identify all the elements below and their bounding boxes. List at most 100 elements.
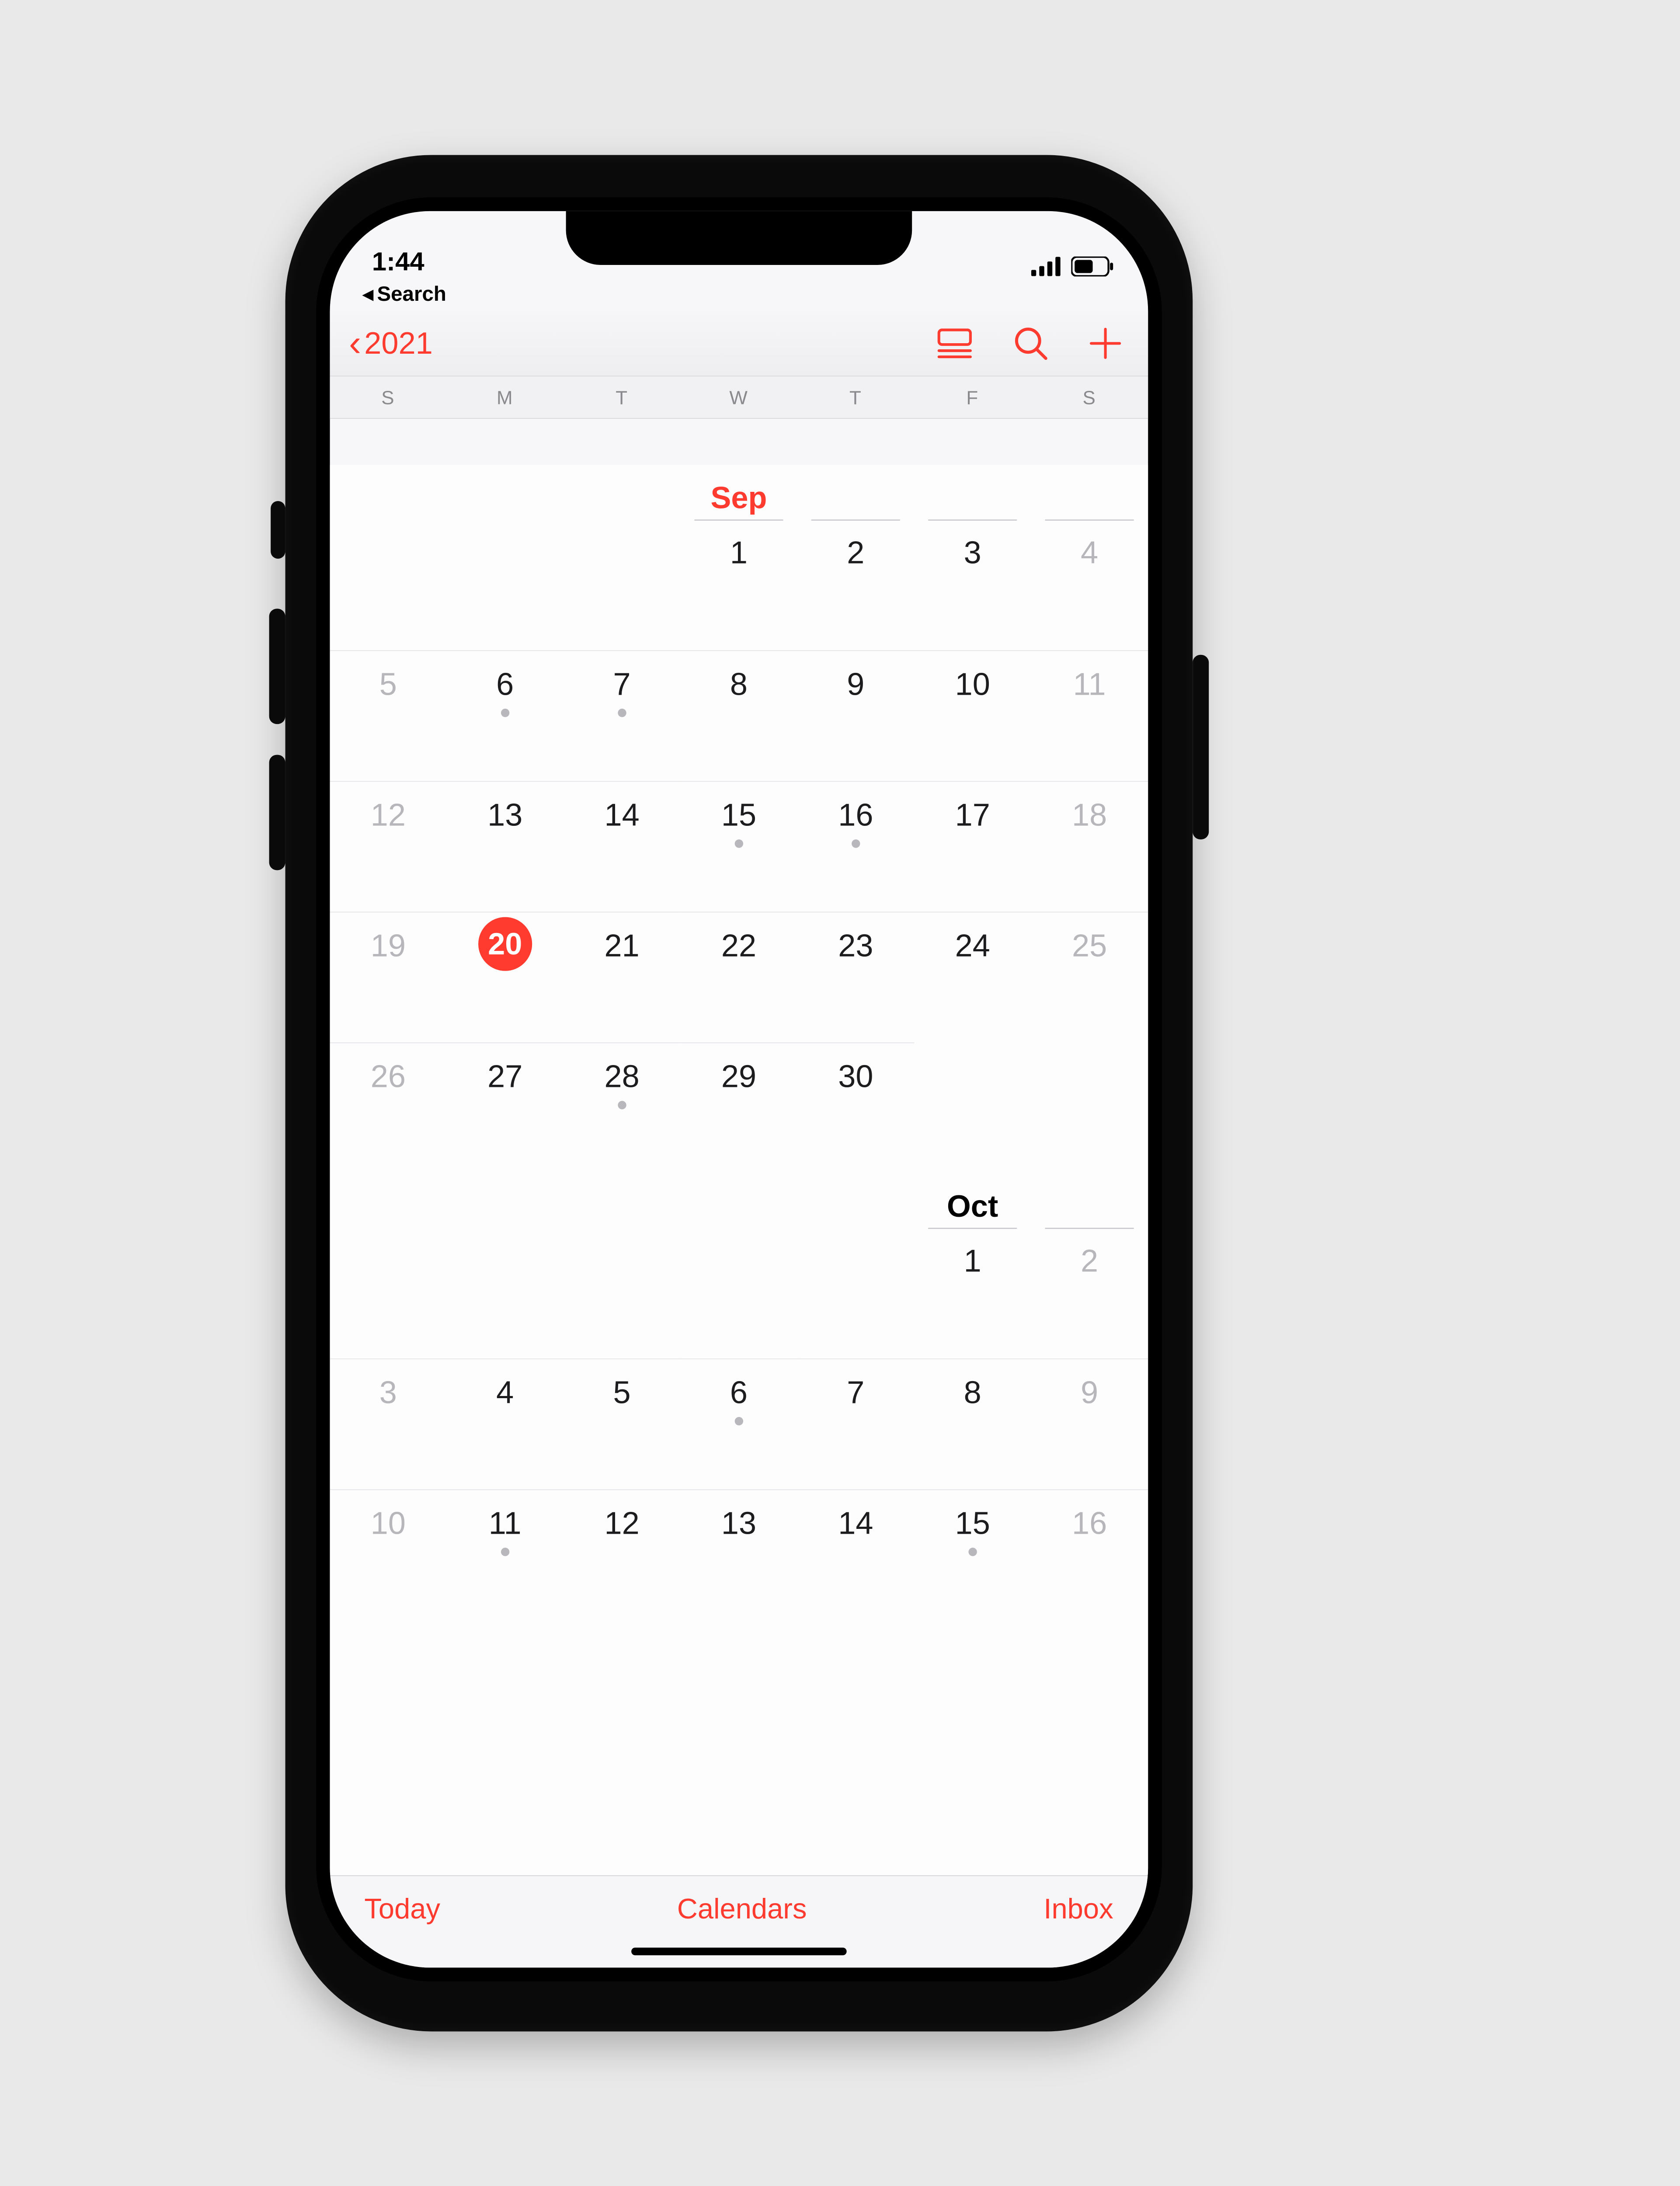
today-marker: 20 [478,917,532,971]
calendar-day[interactable]: 26 [330,1042,446,1173]
day-number: 8 [730,666,748,703]
day-number: 6 [496,666,514,703]
cellular-icon [1031,257,1061,276]
calendar-scroll-area[interactable]: Sep1234567891011121314151617181920212223… [330,465,1148,1875]
day-number: 14 [604,797,639,833]
calendar-day[interactable]: 1 [680,519,797,650]
calendar-empty-cell [447,1228,563,1358]
notch [566,211,912,265]
calendar-day[interactable]: 3 [330,1358,446,1489]
calendar-day[interactable]: 15 [680,781,797,912]
calendar-empty-cell [563,519,680,650]
calendar-day[interactable]: 29 [680,1042,797,1173]
day-number: 9 [847,666,864,703]
day-number: 26 [371,1058,406,1095]
calendar-day[interactable]: 8 [914,1358,1031,1489]
day-number: 2 [1081,1243,1098,1279]
day-number: 16 [838,797,873,833]
calendar-day[interactable]: 1 [914,1228,1031,1358]
phone-case: 1:44 [285,155,1193,2031]
calendar-day[interactable]: 6 [447,650,563,781]
calendar-day[interactable]: 2 [1031,1228,1148,1358]
day-number: 14 [838,1505,873,1542]
calendar-day[interactable]: 9 [1031,1358,1148,1489]
calendar-day[interactable]: 13 [680,1489,797,1620]
calendar-day[interactable]: 30 [797,1042,914,1173]
day-number: 7 [613,666,631,703]
weekday-label: T [797,386,914,408]
day-number: 28 [604,1058,639,1095]
weekday-label: W [680,386,797,408]
calendar-empty-cell [680,1228,797,1358]
calendar-day[interactable]: 7 [797,1358,914,1489]
calendar-empty-cell [330,1228,446,1358]
calendar-day[interactable]: 5 [563,1358,680,1489]
calendar-day[interactable]: 2 [797,519,914,650]
search-button[interactable] [1014,327,1047,360]
day-number: 10 [955,666,990,703]
weekday-label: S [1031,386,1148,408]
calendar-day[interactable]: 4 [447,1358,563,1489]
calendar-day[interactable]: 13 [447,781,563,912]
calendar-day[interactable]: 7 [563,650,680,781]
home-indicator[interactable] [631,1947,847,1955]
day-number: 12 [371,797,406,833]
calendar-day[interactable]: 19 [330,912,446,1042]
calendar-day[interactable]: 10 [330,1489,446,1620]
calendar-day[interactable]: 18 [1031,781,1148,912]
list-view-button[interactable] [937,328,972,359]
calendar-day[interactable]: 10 [914,650,1031,781]
day-number: 3 [964,535,981,571]
calendar-empty-cell [1031,1042,1148,1173]
calendar-day[interactable]: 17 [914,781,1031,912]
day-number: 11 [489,1505,522,1542]
calendar-day[interactable]: 11 [1031,650,1148,781]
bottom-toolbar: Today Calendars Inbox [330,1875,1148,1967]
calendar-day[interactable]: 16 [1031,1489,1148,1620]
navbar: ‹ 2021 [330,311,1148,376]
calendar-day[interactable]: 5 [330,650,446,781]
calendar-day[interactable]: 24 [914,912,1031,1042]
day-number: 12 [604,1505,639,1542]
calendar-day[interactable]: 3 [914,519,1031,650]
calendar-day[interactable]: 15 [914,1489,1031,1620]
calendar-day[interactable]: 20 [447,912,563,1042]
day-number: 22 [721,928,756,964]
volume-up-button [269,609,285,724]
calendar-day[interactable]: 21 [563,912,680,1042]
calendar-day[interactable]: 23 [797,912,914,1042]
calendar-day[interactable]: 22 [680,912,797,1042]
event-dot [501,1548,509,1556]
calendar-day[interactable]: 14 [797,1489,914,1620]
battery-icon [1071,256,1113,276]
calendar-day[interactable]: 11 [447,1489,563,1620]
calendar-day[interactable]: 16 [797,781,914,912]
day-number: 4 [1081,535,1098,571]
calendar-day[interactable]: 25 [1031,912,1148,1042]
calendar-day[interactable]: 12 [330,781,446,912]
back-caret-icon: ◂ [363,283,373,304]
day-number: 6 [730,1375,748,1411]
calendar-day[interactable]: 12 [563,1489,680,1620]
calendar-day[interactable]: 6 [680,1358,797,1489]
back-to-search-button[interactable]: ◂ Search [330,280,1148,311]
year-label: 2021 [364,326,433,361]
calendars-button[interactable]: Calendars [677,1892,807,1925]
calendar-day[interactable]: 27 [447,1042,563,1173]
day-number: 7 [847,1375,864,1411]
event-dot [734,1417,743,1425]
phone-bezel: 1:44 [316,197,1162,1981]
inbox-button[interactable]: Inbox [1043,1892,1113,1925]
day-number: 25 [1072,928,1107,964]
back-to-search-label: Search [377,282,446,306]
calendar-day[interactable]: 9 [797,650,914,781]
calendar-day[interactable]: 4 [1031,519,1148,650]
add-event-button[interactable] [1089,327,1121,359]
today-button[interactable]: Today [364,1892,440,1925]
calendar-day[interactable]: 8 [680,650,797,781]
calendar-day[interactable]: 14 [563,781,680,912]
calendar-day[interactable]: 28 [563,1042,680,1173]
day-number: 29 [721,1058,756,1095]
year-back-button[interactable]: ‹ 2021 [349,326,433,361]
weekday-label: M [447,386,563,408]
